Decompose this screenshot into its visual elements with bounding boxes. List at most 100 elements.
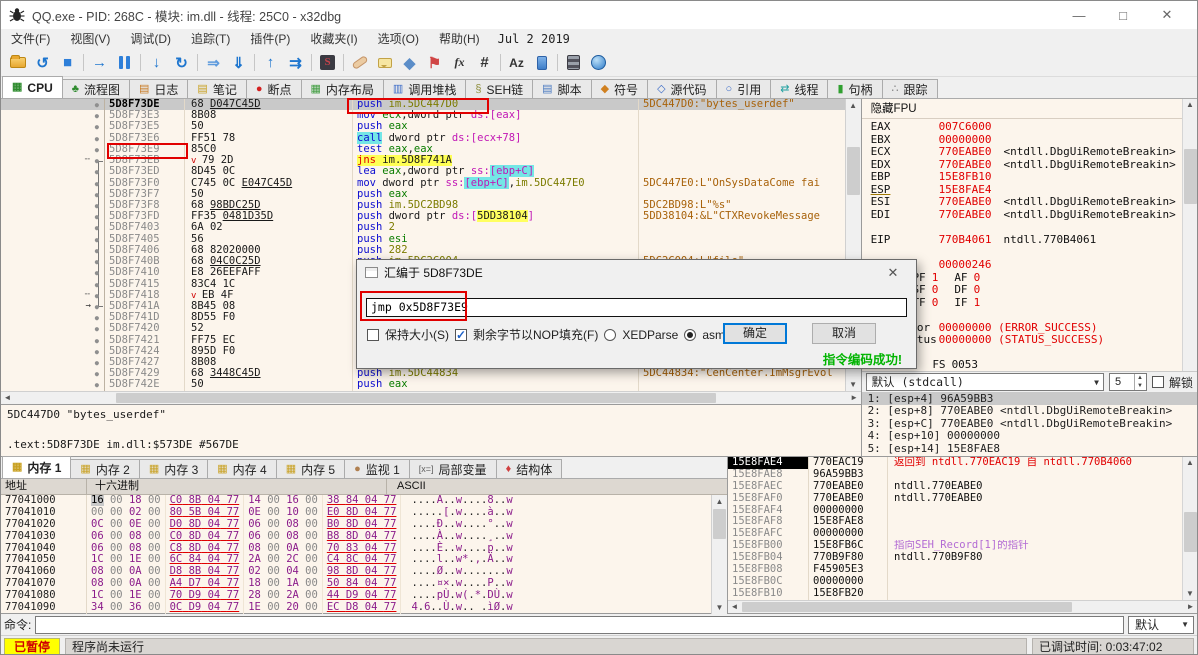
register-row[interactable]: ESI 770EABE0 <ntdll.DbgUiRemoteBreakin> [871, 195, 1197, 209]
run-icon[interactable]: → [87, 51, 112, 74]
menu-item-3[interactable]: 追踪(T) [181, 29, 240, 49]
scroll-up-arrow[interactable]: ▲ [1183, 99, 1197, 111]
scroll-left-arrow[interactable]: ◄ [1, 392, 14, 404]
tab-内存布局[interactable]: ▦ 内存布局 [300, 79, 384, 98]
register-row[interactable]: EDX 770EABE0 <ntdll.DbgUiRemoteBreakin> [871, 158, 1197, 172]
stack-row[interactable]: 15E8FAF4 00000000 [728, 504, 1182, 517]
stack-row[interactable]: 15E8FAEC 770EABE0 ntdll.770EABE0 [728, 480, 1182, 493]
stack-hscrollbar[interactable]: ◄ ► [728, 600, 1197, 613]
tab-线程[interactable]: ⇄ 线程 [770, 79, 829, 98]
stack-row[interactable]: 15E8FAE4 770EAC19 返回到 ntdll.770EAC19 自 ntd… [728, 457, 1182, 469]
tab-断点[interactable]: ● 断点 [245, 79, 302, 98]
hide-fpu-button[interactable]: 隐藏FPU [861, 99, 1197, 119]
stack-row[interactable]: 15E8FB04 770B9F80 ntdll.770B9F80 [728, 551, 1182, 565]
xedparse-radio[interactable] [604, 328, 617, 341]
register-row[interactable]: GS002BFS0053 [871, 359, 1197, 371]
breakpoint-dot-icon[interactable]: ● [95, 380, 99, 391]
ok-button[interactable]: 确定 [723, 323, 787, 344]
stack-row[interactable]: 15E8FAE8 96A59BB3 [728, 468, 1182, 481]
scroll-thumb[interactable] [742, 602, 1072, 612]
nop-fill-checkbox[interactable] [455, 328, 467, 342]
tab-内存 3[interactable]: ▦ 内存 3 [138, 459, 209, 478]
register-row[interactable]: EBP 15E8FB10 [871, 170, 1197, 184]
menu-item-0[interactable]: 文件(F) [1, 29, 60, 49]
scroll-up-arrow[interactable]: ▲ [1183, 457, 1197, 469]
tab-SEH链[interactable]: § SEH链 [465, 79, 534, 98]
dump-vscrollbar[interactable]: ▲ ▼ [711, 495, 727, 614]
step-over-icon[interactable]: ↻ [169, 51, 194, 74]
menu-item-1[interactable]: 视图(V) [60, 29, 120, 49]
menu-item-4[interactable]: 插件(P) [240, 29, 300, 49]
tab-笔记[interactable]: ▤ 笔记 [187, 79, 247, 98]
menu-item-6[interactable]: 选项(O) [368, 29, 429, 49]
open-file-icon[interactable] [5, 51, 30, 74]
scroll-right-arrow[interactable]: ► [848, 392, 861, 404]
convention-combobox[interactable]: 默认 (stdcall) ▼ [865, 373, 1104, 391]
register-row[interactable] [871, 347, 1197, 360]
cancel-button[interactable]: 取消 [812, 323, 876, 344]
tab-结构体[interactable]: ♦ 结构体 [495, 459, 563, 478]
seh-s-icon[interactable]: S [315, 51, 340, 74]
tab-内存 2[interactable]: ▦ 内存 2 [70, 459, 140, 478]
disasm-row[interactable]: ● 5D8F742E 50 push eax [1, 379, 845, 391]
tab-句柄[interactable]: ▮ 句柄 [827, 79, 883, 98]
stack-row[interactable]: 15E8FB00 15E8FB6C 指向SEH_Record[1]的指针 [728, 539, 1182, 553]
bookmark-icon[interactable]: ⚑ [422, 51, 447, 74]
argument-row[interactable]: 4: [esp+10] 00000000 [862, 429, 1197, 442]
stack-row[interactable]: 15E8FAFC 00000000 [728, 527, 1182, 541]
argument-row[interactable]: 2: [esp+8] 770EABE0 <ntdll.DbgUiRemoteBr… [862, 404, 1197, 417]
scroll-thumb[interactable] [116, 393, 716, 403]
dump-row[interactable]: 77041090 34 00 36 00 0C D9 04 77 1E 00 20 0… [1, 601, 711, 614]
register-row[interactable]: EDI 770EABE0 <ntdll.DbgUiRemoteBreakin> [871, 208, 1197, 222]
tab-跟踪[interactable]: ∴ 跟踪 [881, 79, 938, 98]
register-row[interactable]: ECX 770EABE0 <ntdll.DbgUiRemoteBreakin> [871, 145, 1197, 159]
asmjit-radio[interactable] [684, 328, 697, 341]
globe-icon[interactable] [586, 51, 611, 74]
pause-icon[interactable] [112, 51, 137, 74]
stack-row[interactable]: 15E8FB0C 00000000 [728, 575, 1182, 588]
label-icon[interactable]: ◆ [397, 51, 422, 74]
az-icon[interactable]: Az [504, 51, 529, 74]
disasm-hscrollbar[interactable]: ◄ ► [1, 391, 861, 404]
stack-row[interactable]: 15E8FAF8 15E8FAE8 [728, 516, 1182, 529]
register-row[interactable] [871, 246, 1197, 259]
stack-row[interactable]: 15E8FB10 15E8FB20 [728, 587, 1182, 600]
tab-内存 1[interactable]: ▦ 内存 1 [2, 456, 72, 478]
run-to-user-code-icon[interactable]: ⇉ [283, 51, 308, 74]
register-row[interactable]: CF0TF0IF1 [871, 296, 1197, 310]
function-icon[interactable]: fx [447, 51, 472, 74]
stack-vscrollbar[interactable]: ▲ ▼ [1182, 457, 1197, 600]
tab-符号[interactable]: ◆ 符号 [590, 79, 649, 98]
menu-item-5[interactable]: 收藏夹(I) [300, 29, 367, 49]
scroll-thumb[interactable] [713, 509, 726, 539]
calculator-icon[interactable] [561, 51, 586, 74]
tab-日志[interactable]: ▤ 日志 [128, 79, 189, 98]
unlock-checkbox[interactable] [1151, 376, 1164, 388]
tab-调用堆栈[interactable]: ▥ 调用堆栈 [382, 79, 467, 98]
tab-内存 4[interactable]: ▦ 内存 4 [207, 459, 277, 478]
command-input[interactable] [35, 615, 1124, 634]
restart-icon[interactable]: ↺ [30, 51, 55, 74]
dialog-close-icon[interactable]: ✕ [878, 265, 908, 281]
register-row[interactable]: EAX 007C6000 [871, 120, 1197, 134]
keep-size-checkbox[interactable] [367, 328, 379, 341]
scroll-thumb[interactable] [1184, 149, 1197, 204]
tab-局部变量[interactable]: [x=] 局部变量 [408, 459, 497, 478]
run-to-user-icon[interactable]: ⇒ [201, 51, 226, 74]
close-button[interactable]: ✕ [1145, 2, 1189, 28]
tab-CPU[interactable]: ▦ CPU [2, 76, 63, 98]
spinner-arrows-icon[interactable]: ▲ ▼ [1133, 374, 1145, 390]
scroll-left-arrow[interactable]: ◄ [728, 601, 741, 613]
command-combobox[interactable]: 默认 ▼ [1128, 615, 1194, 634]
scroll-up-arrow[interactable]: ▲ [712, 495, 727, 508]
argument-row[interactable]: 5: [esp+14] 15E8FAE8 [862, 442, 1197, 455]
menu-item-2[interactable]: 调试(D) [120, 29, 181, 49]
stack-row[interactable]: 15E8FAF0 770EABE0 ntdll.770EABE0 [728, 492, 1182, 505]
close-debuggee-icon[interactable]: ■ [55, 51, 80, 74]
register-row[interactable]: EIP 770B4061 ntdll.770B4061 [871, 233, 1197, 247]
step-out-icon[interactable]: ↑ [258, 51, 283, 74]
scroll-down-arrow[interactable]: ▼ [1183, 588, 1197, 600]
minimize-button[interactable]: — [1057, 2, 1101, 28]
modules-icon[interactable] [529, 51, 554, 74]
tab-监视 1[interactable]: ● 监视 1 [344, 459, 410, 478]
